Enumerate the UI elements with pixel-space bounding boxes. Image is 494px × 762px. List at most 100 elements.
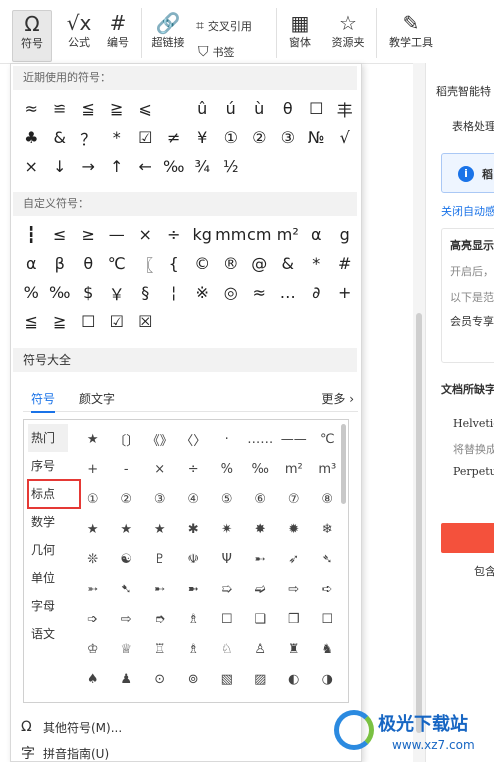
custom-symbol[interactable]: α <box>302 220 331 249</box>
library-symbol[interactable]: ☐ <box>210 604 244 634</box>
more-link[interactable]: 更多 › <box>321 390 354 407</box>
library-symbol[interactable]: ➩ <box>76 604 110 634</box>
custom-symbol[interactable]: ┇ <box>17 220 46 249</box>
library-symbol[interactable]: ➵ <box>76 574 110 604</box>
scrollbar-thumb[interactable] <box>416 313 422 733</box>
custom-symbol[interactable]: + <box>331 278 360 307</box>
form-button[interactable]: ▦ 窗体 <box>282 10 318 50</box>
library-symbol[interactable]: ⊙ <box>143 664 177 694</box>
library-symbol[interactable]: ★ <box>76 424 110 454</box>
library-symbol[interactable]: ♕ <box>110 634 144 664</box>
category-item[interactable]: 标点 <box>27 479 81 509</box>
custom-symbol[interactable]: @ <box>245 249 274 278</box>
recent-symbol[interactable] <box>160 94 189 123</box>
library-symbol[interactable]: ⇨ <box>110 604 144 634</box>
custom-symbol[interactable]: g <box>331 220 360 249</box>
pinyin-guide-item[interactable]: 字 拼音指南(U) <box>11 742 361 762</box>
custom-symbol[interactable]: # <box>331 249 360 278</box>
library-symbol[interactable]: ◐ <box>277 664 311 694</box>
recent-symbol[interactable]: ≌ <box>46 94 75 123</box>
library-symbol[interactable]: ♠ <box>76 664 110 694</box>
library-symbol[interactable]: ♙ <box>244 634 278 664</box>
library-symbol[interactable]: ▨ <box>244 664 278 694</box>
library-symbol[interactable]: ➴ <box>311 544 345 574</box>
library-symbol[interactable]: ③ <box>143 484 177 514</box>
library-symbol[interactable]: ♜ <box>277 634 311 664</box>
category-item[interactable]: 序号 <box>28 452 68 480</box>
recent-symbol[interactable]: û <box>188 94 217 123</box>
custom-symbol[interactable]: ※ <box>188 278 217 307</box>
symbol-button[interactable]: Ω 符号 <box>12 10 52 62</box>
custom-symbol[interactable]: ≥ <box>74 220 103 249</box>
custom-symbol[interactable]: ‰ <box>46 278 75 307</box>
recent-symbol[interactable]: ¥ <box>188 123 217 152</box>
recent-symbol[interactable]: & <box>46 123 75 152</box>
custom-symbol[interactable]: m² <box>274 220 303 249</box>
library-symbol[interactable]: ⑦ <box>277 484 311 514</box>
library-symbol[interactable]: ♗ <box>177 604 211 634</box>
custom-symbol[interactable]: & <box>274 249 303 278</box>
resources-button[interactable]: ☆ 资源夹 <box>328 10 368 50</box>
library-symbol[interactable]: ❑ <box>244 604 278 634</box>
library-symbol[interactable]: × <box>143 454 177 484</box>
custom-symbol[interactable]: 〖 <box>131 249 160 278</box>
library-symbol[interactable]: ÷ <box>177 454 211 484</box>
custom-symbol[interactable]: ☒ <box>131 307 160 336</box>
library-symbol[interactable]: 〔〕 <box>110 424 144 454</box>
custom-symbol[interactable]: ® <box>217 249 246 278</box>
numbering-button[interactable]: # 编号 <box>102 10 134 50</box>
recent-symbol[interactable]: ≧ <box>103 94 132 123</box>
category-item[interactable]: 数学 <box>28 508 68 536</box>
library-symbol[interactable]: ♗ <box>177 634 211 664</box>
custom-symbol[interactable]: kg <box>188 220 217 249</box>
recent-symbol[interactable]: ☐ <box>302 94 331 123</box>
recent-symbol[interactable]: → <box>74 152 103 181</box>
library-symbol[interactable]: ♞ <box>311 634 345 664</box>
library-symbol[interactable]: ‰ <box>244 454 278 484</box>
fix-fonts-button[interactable] <box>441 523 494 553</box>
custom-symbol[interactable]: $ <box>74 278 103 307</box>
close-auto-link[interactable]: 关闭自动感 <box>441 203 494 219</box>
library-symbol[interactable]: ④ <box>177 484 211 514</box>
custom-symbol[interactable]: ≤ <box>46 220 75 249</box>
library-symbol[interactable]: - <box>110 454 144 484</box>
library-symbol[interactable]: 《》 <box>143 424 177 454</box>
hyperlink-button[interactable]: 🔗 超链接 <box>148 10 188 50</box>
custom-symbol[interactable]: cm <box>245 220 274 249</box>
custom-symbol[interactable]: × <box>131 220 160 249</box>
library-symbol[interactable]: ★ <box>143 514 177 544</box>
bookmark-button[interactable]: ⛉ 书签 <box>198 44 235 60</box>
custom-symbol[interactable]: ≈ <box>245 278 274 307</box>
library-symbol[interactable]: ➸ <box>244 544 278 574</box>
recent-symbol[interactable]: ú <box>217 94 246 123</box>
library-symbol[interactable]: ⇨ <box>277 574 311 604</box>
library-symbol[interactable]: ❒ <box>277 604 311 634</box>
formula-button[interactable]: √x 公式 <box>60 10 98 50</box>
library-symbol[interactable]: ★ <box>110 514 144 544</box>
custom-symbol[interactable]: ￥ <box>103 278 132 307</box>
recent-symbol[interactable]: × <box>17 152 46 181</box>
recent-symbol[interactable]: ← <box>131 152 160 181</box>
category-item[interactable]: 热门 <box>28 424 68 452</box>
library-symbol[interactable]: ⑥ <box>244 484 278 514</box>
recent-symbol[interactable]: ① <box>217 123 246 152</box>
crossref-button[interactable]: ⌗ 交叉引用 <box>196 18 252 34</box>
custom-symbol[interactable]: § <box>131 278 160 307</box>
library-symbol[interactable]: —— <box>277 424 311 454</box>
library-symbol[interactable]: ⑧ <box>311 484 345 514</box>
custom-symbol[interactable]: α <box>17 249 46 278</box>
library-scrollbar[interactable] <box>341 424 346 504</box>
tab-symbols[interactable]: 符号 <box>31 390 56 413</box>
table-process-item[interactable]: 表格处理 <box>452 118 494 134</box>
category-item[interactable]: 几何 <box>28 536 68 564</box>
library-symbol[interactable]: ➷ <box>110 574 144 604</box>
custom-symbol[interactable]: ÷ <box>160 220 189 249</box>
recent-symbol[interactable]: ↓ <box>46 152 75 181</box>
library-symbol[interactable]: ② <box>110 484 144 514</box>
library-symbol[interactable]: 〈〉 <box>177 424 211 454</box>
custom-symbol[interactable]: ◎ <box>217 278 246 307</box>
custom-symbol[interactable]: * <box>302 249 331 278</box>
other-symbols-item[interactable]: Ω 其他符号(M)... <box>11 716 361 738</box>
custom-symbol[interactable]: ¦ <box>160 278 189 307</box>
library-symbol[interactable]: ★ <box>76 514 110 544</box>
